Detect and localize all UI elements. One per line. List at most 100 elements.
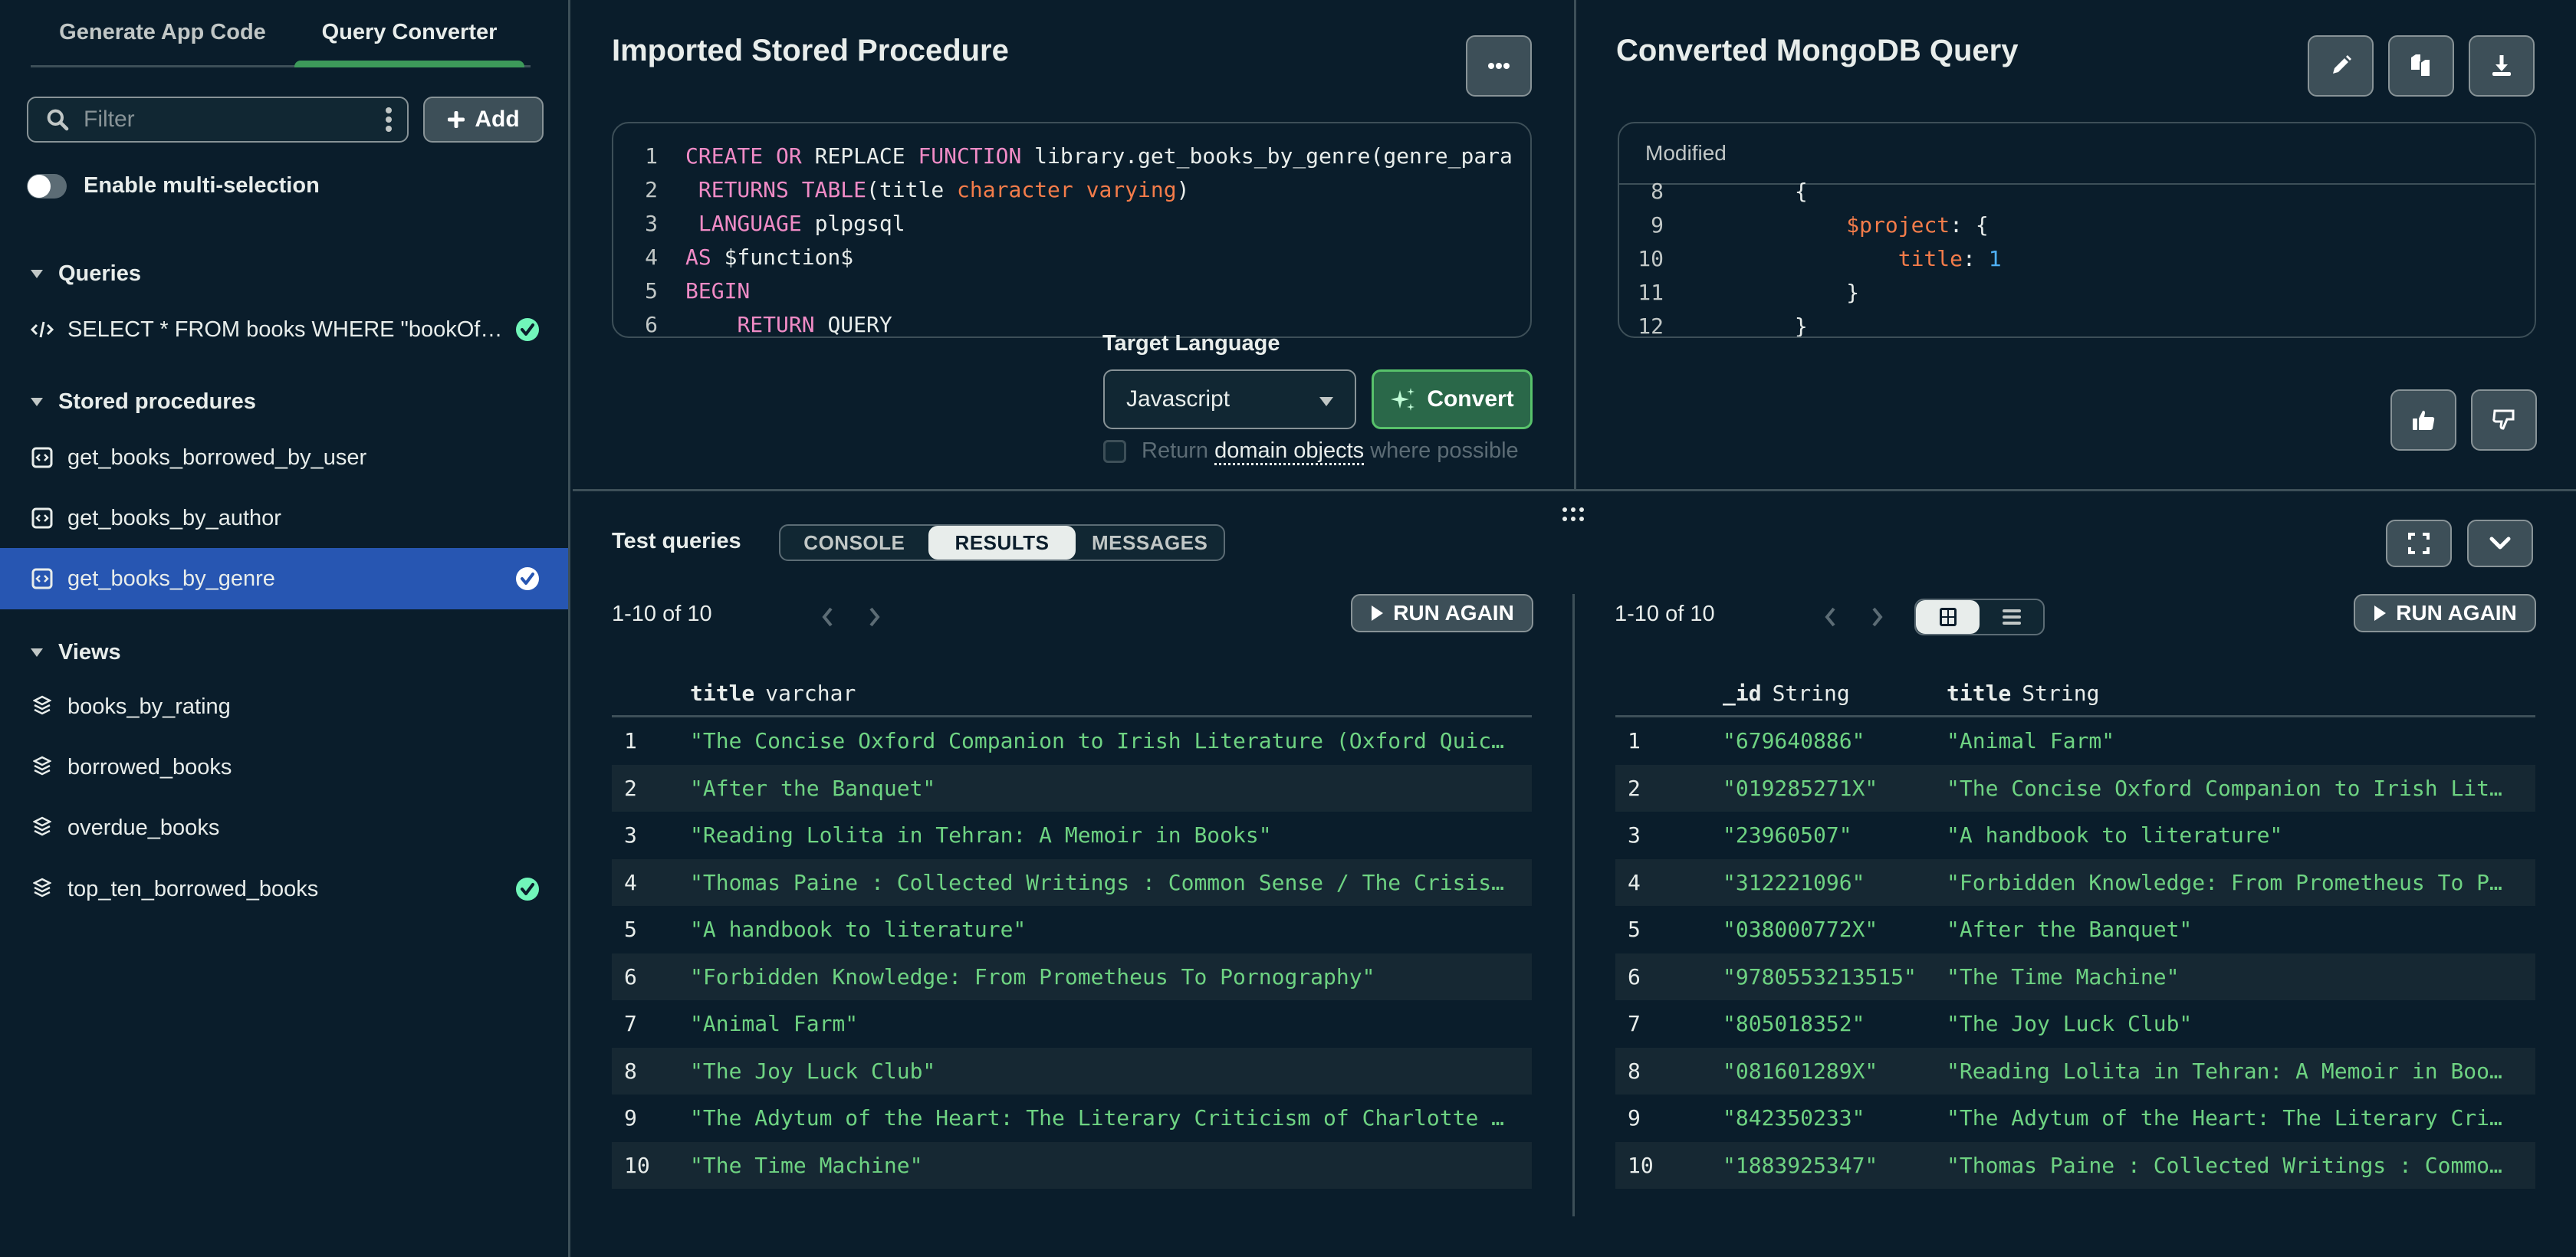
table-header: _id String title String [1615, 671, 2535, 717]
sidebar-item-get-books-by-author[interactable]: get_books_by_author [0, 487, 568, 549]
row-index: 4 [624, 869, 637, 895]
line-number: 5 [645, 277, 658, 304]
left-prev-page-button[interactable] [816, 602, 839, 632]
right-run-again-button[interactable]: RUN AGAIN [2354, 594, 2536, 632]
caret-down-icon [31, 270, 43, 278]
table-view-button[interactable] [1916, 600, 1980, 634]
table-row[interactable]: 3 "23960507" "A handbook to literature" [1615, 812, 2535, 859]
left-next-page-button[interactable] [863, 602, 886, 632]
table-row[interactable]: 5 "038000772X" "After the Banquet" [1615, 906, 2535, 953]
filter-field[interactable] [27, 97, 409, 143]
code-line: 10 title: 1 [1619, 241, 2535, 275]
multi-selection-toggle[interactable] [27, 173, 67, 199]
sidebar-item-get-books-borrowed-by-user[interactable]: get_books_borrowed_by_user [0, 427, 568, 488]
table-row[interactable]: 4 "312221096" "Forbidden Knowledge: From P… [1615, 858, 2535, 906]
code-text: RETURNS TABLE(title character varying) [685, 176, 1190, 202]
sidebar-item-get-books-by-genre[interactable]: get_books_by_genre [0, 548, 568, 609]
code-line: 12 } [1619, 309, 2535, 337]
fullscreen-button[interactable] [2386, 520, 2452, 567]
convert-button[interactable]: Convert [1372, 369, 1533, 429]
line-number: 9 [1651, 212, 1664, 238]
section-header-stored-procedures[interactable]: Stored procedures [31, 389, 256, 415]
table-row[interactable]: 2 "After the Banquet" [612, 764, 1532, 812]
row-index: 9 [624, 1105, 637, 1131]
list-view-button[interactable] [1980, 600, 2043, 634]
table-row[interactable]: 5 "A handbook to literature" [612, 906, 1532, 953]
converted-check-icon [515, 877, 540, 907]
table-row[interactable]: 1 "The Concise Oxford Companion to Irish … [612, 717, 1532, 765]
caret-down-icon [31, 648, 43, 657]
table-row[interactable]: 8 "The Joy Luck Club" [612, 1047, 1532, 1095]
chevron-right-icon [1872, 607, 1883, 627]
code-token: FUNCTION [918, 143, 1022, 169]
layers-icon [31, 878, 54, 901]
table-row[interactable]: 10 "The Time Machine" [612, 1141, 1532, 1189]
sidebar-item-top-ten-borrowed-books[interactable]: top_ten_borrowed_books [0, 858, 568, 920]
right-results-table: _id String title String 1 "679640886" "Ani… [1615, 671, 2535, 1189]
table-row[interactable]: 9 "The Adytum of the Heart: The Literary … [612, 1095, 1532, 1142]
section-label: Queries [58, 261, 141, 286]
fullscreen-icon [2408, 533, 2430, 554]
drag-handle-icon[interactable] [1561, 506, 1585, 527]
tab-messages[interactable]: MESSAGES [1076, 526, 1224, 560]
target-language-label: Target Language [1102, 331, 1280, 356]
table-row[interactable]: 3 "Reading Lolita in Tehran: A Memoir in … [612, 812, 1532, 859]
filter-input[interactable] [84, 107, 380, 133]
tab-console[interactable]: CONSOLE [780, 526, 928, 560]
right-next-page-button[interactable] [1866, 602, 1889, 632]
edit-button[interactable] [2308, 35, 2374, 97]
right-prev-page-button[interactable] [1819, 602, 1842, 632]
sidebar-item-overdue-books[interactable]: overdue_books [0, 797, 568, 858]
table-row[interactable]: 6 "9780553213515" "The Time Machine" [1615, 953, 2535, 1000]
table-row[interactable]: 1 "679640886" "Animal Farm" [1615, 717, 2535, 765]
table-row[interactable]: 10 "1883925347" "Thomas Paine : Collected … [1615, 1141, 2535, 1189]
where-possible-label: where possible [1370, 438, 1519, 463]
collapse-button[interactable] [2467, 520, 2533, 567]
table-row[interactable]: 9 "842350233" "The Adytum of the Heart: Th… [1615, 1095, 2535, 1142]
row-index: 5 [1628, 917, 1641, 943]
code-line: 6 RETURN QUERY [613, 307, 1530, 337]
line-number: 8 [1651, 178, 1664, 204]
run-again-label: RUN AGAIN [2396, 601, 2517, 625]
target-language-select[interactable]: Javascript [1103, 369, 1356, 429]
code-token: RETURNS [698, 176, 789, 202]
table-row[interactable]: 4 "Thomas Paine : Collected Writings : Co… [612, 858, 1532, 906]
thumbs-down-button[interactable] [2471, 389, 2537, 451]
converted-check-icon [515, 317, 540, 348]
sidebar-item-borrowed-books[interactable]: borrowed_books [0, 737, 568, 798]
imported-code-editor[interactable]: 1 CREATE OR REPLACE FUNCTION library.get_… [612, 122, 1532, 338]
domain-objects-link[interactable]: domain objects [1214, 438, 1365, 465]
section-header-queries[interactable]: Queries [31, 261, 141, 287]
code-text: $project: { [1691, 212, 1988, 238]
thumbs-up-button[interactable] [2390, 389, 2456, 451]
layers-icon [31, 756, 54, 779]
left-run-again-button[interactable]: RUN AGAIN [1351, 594, 1533, 632]
filter-options-icon[interactable] [380, 104, 398, 135]
more-options-button[interactable] [1466, 35, 1532, 97]
converted-code-editor[interactable]: Modified 8 {9 $project: {10 title: 1 11 }… [1618, 122, 2536, 338]
sidebar-item-query[interactable]: SELECT * FROM books WHERE "bookOfTh... [0, 299, 568, 360]
code-line: 8 { [1619, 174, 2535, 208]
table-row[interactable]: 6 "Forbidden Knowledge: From Prometheus T… [612, 953, 1532, 1000]
test-queries-label: Test queries [612, 529, 741, 553]
table-row[interactable]: 7 "Animal Farm" [612, 1000, 1532, 1048]
return-domain-objects-checkbox[interactable] [1103, 439, 1126, 463]
code-line: 4 AS $function$ [613, 240, 1530, 274]
table-row[interactable]: 8 "081601289X" "Reading Lolita in Tehran: … [1615, 1047, 2535, 1095]
table-row[interactable]: 7 "805018352" "The Joy Luck Club" [1615, 1000, 2535, 1048]
tab-results[interactable]: RESULTS [928, 526, 1076, 560]
row-index: 3 [624, 822, 637, 848]
horizontal-resizer[interactable] [573, 489, 2576, 491]
tab-query-converter[interactable]: Query Converter [294, 0, 524, 67]
copy-button[interactable] [2388, 35, 2454, 97]
table-cell: "A handbook to literature" [690, 917, 1027, 943]
table-cell: "679640886" [1723, 728, 1865, 754]
section-header-views[interactable]: Views [31, 640, 121, 665]
table-row[interactable]: 2 "019285271X" "The Concise Oxford Compani… [1615, 764, 2535, 812]
tab-generate-app-code[interactable]: Generate App Code [31, 0, 294, 65]
sidebar-item-books-by-rating[interactable]: books_by_rating [0, 676, 568, 737]
add-button[interactable]: Add [423, 97, 544, 143]
table-cell: "The Concise Oxford Companion to Irish L… [690, 728, 1532, 754]
download-button[interactable] [2469, 35, 2535, 97]
